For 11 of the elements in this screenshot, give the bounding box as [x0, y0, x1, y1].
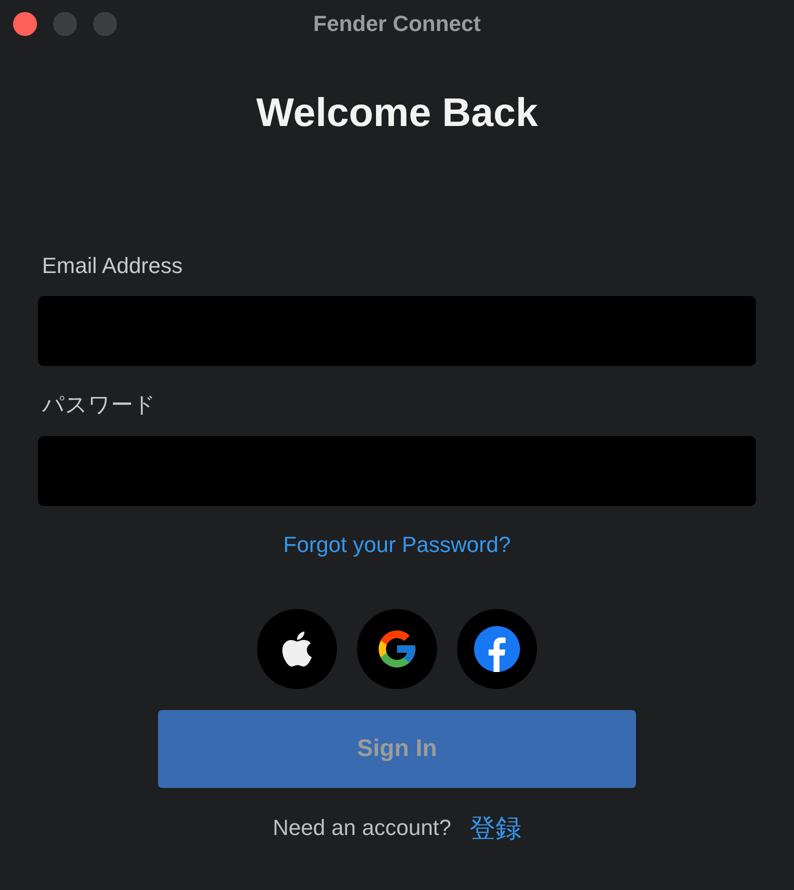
window-title: Fender Connect: [313, 10, 481, 38]
forgot-password-link[interactable]: Forgot your Password?: [283, 531, 511, 559]
facebook-icon: [474, 626, 520, 672]
field-label: Email Address: [41, 252, 183, 280]
register-link[interactable]: 登録: [469, 812, 522, 844]
input-field[interactable]: [38, 436, 756, 506]
need-account-text: Need an account?: [272, 814, 452, 842]
close-window-button[interactable]: [13, 12, 37, 36]
welcome-heading: Welcome Back: [256, 90, 538, 136]
field-label: パスワード: [41, 391, 156, 419]
input-field[interactable]: [38, 296, 756, 366]
